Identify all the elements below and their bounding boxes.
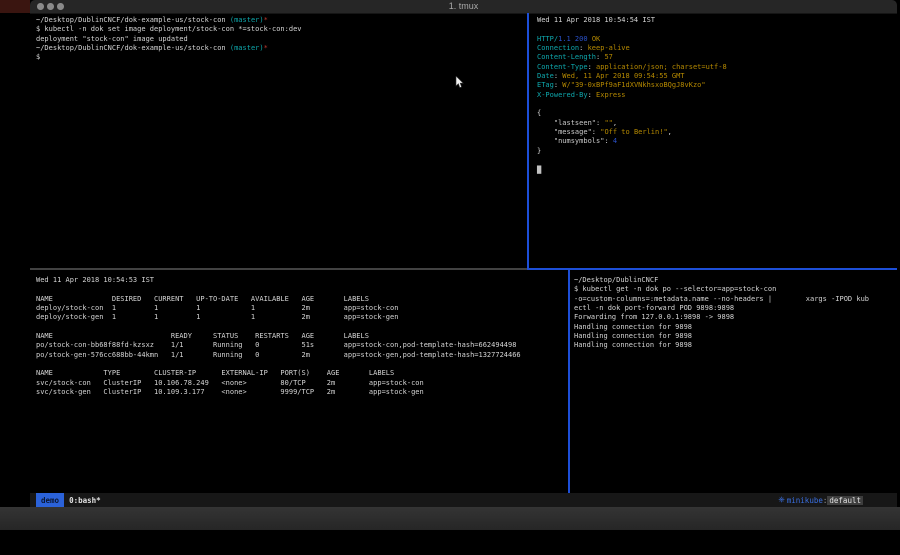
terminal-line: $ kubectl -n dok set image deployment/st… [36, 25, 526, 34]
terminal-line: "lastseen": "", [537, 119, 897, 128]
pane-divider-horizontal-left[interactable] [30, 268, 527, 270]
kubernetes-context: minikube [787, 496, 823, 505]
tmux-session-name[interactable]: demo [36, 493, 64, 507]
terminal-line: } [537, 147, 897, 156]
terminal-line: deploy/stock-gen 1 1 1 1 2m app=stock-ge… [36, 313, 568, 322]
screen: 1. tmux ~/Desktop/DublinCNCF/dok-example… [0, 0, 900, 555]
terminal-line: deployment "stock-con" image updated [36, 35, 526, 44]
terminal-line: X-Powered-By: Express [537, 91, 897, 100]
terminal-line: Content-Type: application/json; charset=… [537, 63, 897, 72]
terminal-line [36, 360, 568, 369]
pane-divider-vertical-bottom[interactable] [568, 270, 570, 493]
tmux-status-bar: demo 0:bash* ⎈ minikube : default [30, 493, 897, 507]
terminal-line: Forwarding from 127.0.0.1:9898 -> 9898 [574, 313, 897, 322]
terminal-line [537, 100, 897, 109]
terminal-line: Content-Length: 57 [537, 53, 897, 62]
terminal-line: Date: Wed, 11 Apr 2018 09:54:55 GMT [537, 72, 897, 81]
terminal-line: $ kubectl get -n dok po --selector=app=s… [574, 285, 897, 294]
window-title-bar[interactable]: 1. tmux [30, 0, 897, 14]
terminal-line: ~/Desktop/DublinCNCF/dok-example-us/stoc… [36, 44, 526, 53]
terminal-line: NAME TYPE CLUSTER-IP EXTERNAL-IP PORT(S)… [36, 369, 568, 378]
terminal-line [537, 156, 897, 165]
terminal-line: "numsymbols": 4 [537, 137, 897, 146]
terminal-line: "message": "Off to Berlin!", [537, 128, 897, 137]
terminal-line: ~/Desktop/DublinCNCF [574, 276, 897, 285]
tmux-status-right: ⎈ minikube : default [778, 495, 863, 505]
terminal-line: ectl -n dok port-forward POD 9898:9898 [574, 304, 897, 313]
terminal-pane-bottom-left[interactable]: Wed 11 Apr 2018 10:54:53 IST NAME DESIRED… [30, 270, 568, 493]
kubernetes-helm-icon: ⎈ [778, 495, 784, 505]
terminal-line: { [537, 109, 897, 118]
desktop-strip-below-window [0, 507, 900, 530]
window-title: 1. tmux [30, 1, 897, 11]
terminal-line: Connection: keep-alive [537, 44, 897, 53]
terminal-line: NAME DESIRED CURRENT UP-TO-DATE AVAILABL… [36, 295, 568, 304]
terminal-line: HTTP/1.1 200 OK [537, 35, 897, 44]
terminal-line: po/stock-con-bb68f88fd-kzsxz 1/1 Running… [36, 341, 568, 350]
terminal-line: po/stock-gen-576cc688bb-44kmn 1/1 Runnin… [36, 351, 568, 360]
terminal-line: █ [537, 166, 897, 175]
terminal-line: deploy/stock-con 1 1 1 1 2m app=stock-co… [36, 304, 568, 313]
pane-divider-vertical-top[interactable] [527, 13, 529, 268]
terminal-line [36, 285, 568, 294]
terminal-line: Handling connection for 9898 [574, 332, 897, 341]
mouse-cursor [455, 74, 464, 87]
terminal-line: -o=custom-columns=:metadata.name --no-he… [574, 295, 897, 304]
terminal-line: svc/stock-con ClusterIP 10.106.78.249 <n… [36, 379, 568, 388]
terminal-line: svc/stock-gen ClusterIP 10.109.3.177 <no… [36, 388, 568, 397]
terminal-line: ~/Desktop/DublinCNCF/dok-example-us/stoc… [36, 16, 526, 25]
terminal-pane-top-left[interactable]: ~/Desktop/DublinCNCF/dok-example-us/stoc… [30, 13, 526, 268]
terminal-line [36, 323, 568, 332]
terminal-line: Handling connection for 9898 [574, 323, 897, 332]
terminal-pane-top-right[interactable]: Wed 11 Apr 2018 10:54:54 IST HTTP/1.1 200… [529, 13, 897, 268]
terminal-line: Wed 11 Apr 2018 10:54:53 IST [36, 276, 568, 285]
kubernetes-namespace: default [827, 496, 863, 505]
terminal-line: Wed 11 Apr 2018 10:54:54 IST [537, 16, 897, 25]
pane-divider-horizontal-right[interactable] [527, 268, 897, 270]
terminal-pane-bottom-right[interactable]: ~/Desktop/DublinCNCF$ kubectl get -n dok… [570, 270, 897, 493]
desktop-background-sliver [0, 0, 30, 13]
terminal-line: $ [36, 53, 526, 62]
tmux-window-label[interactable]: 0:bash* [69, 496, 101, 505]
terminal-line: Handling connection for 9898 [574, 341, 897, 350]
terminal-line [537, 25, 897, 34]
terminal-line: ETag: W/"39-0xBPf9aF1dXVNkhsxoBQgJ8vKzo" [537, 81, 897, 90]
terminal-line: NAME READY STATUS RESTARTS AGE LABELS [36, 332, 568, 341]
